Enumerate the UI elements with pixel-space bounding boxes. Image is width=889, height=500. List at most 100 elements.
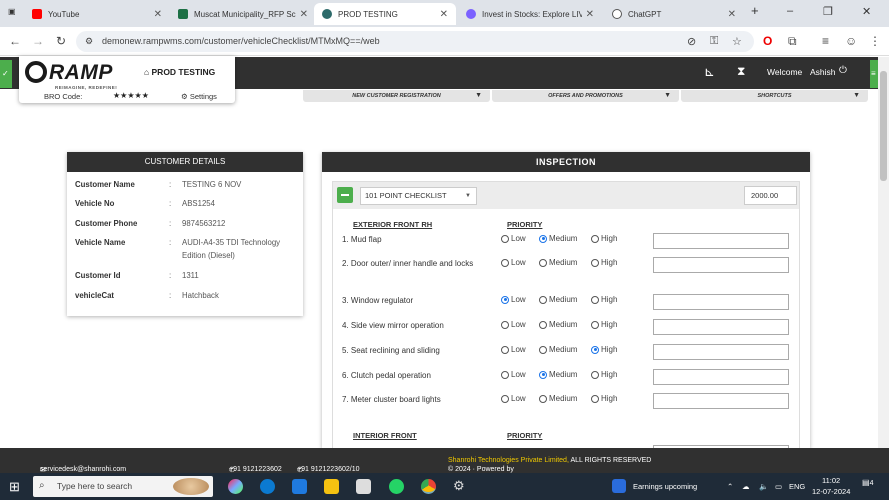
priority-radio-low[interactable]: Low (501, 234, 526, 243)
reload-icon[interactable]: ↻ (56, 34, 66, 48)
radio-circle[interactable] (501, 345, 509, 354)
radio-circle[interactable] (591, 370, 599, 379)
analytics-icon[interactable]: ⊾ (704, 64, 715, 80)
windows-start-icon[interactable]: ⊞ (9, 479, 20, 495)
radio-circle[interactable] (539, 258, 547, 267)
store-icon[interactable] (356, 479, 371, 494)
clock-date[interactable]: 12-07-2024 (812, 487, 850, 496)
radio-circle[interactable] (539, 394, 547, 403)
menu-new-customer-registration[interactable]: NEW CUSTOMER REGISTRATION ▼ (303, 90, 490, 102)
radio-circle[interactable] (501, 258, 509, 267)
settings-app-icon[interactable]: ⚙ (453, 478, 465, 494)
news-text[interactable]: Earnings upcoming (633, 482, 697, 491)
restore-icon[interactable]: ❐ (823, 5, 833, 18)
priority-radio-high[interactable]: High (591, 394, 617, 403)
scrollbar-thumb[interactable] (880, 71, 887, 181)
priority-radio-medium[interactable]: Medium (539, 394, 577, 403)
radio-circle[interactable] (539, 320, 547, 329)
radio-circle[interactable] (539, 370, 547, 379)
opera-icon[interactable]: O (763, 34, 772, 48)
priority-radio-low[interactable]: Low (501, 394, 526, 403)
radio-circle[interactable] (539, 234, 547, 243)
remark-input[interactable] (653, 393, 789, 409)
extensions-icon[interactable]: ⧉ (788, 34, 797, 49)
volume-icon[interactable]: 🔈 (759, 482, 768, 491)
close-icon[interactable]: ✕ (440, 9, 448, 20)
key-icon[interactable]: ⚿ (710, 35, 718, 48)
priority-radio-low[interactable]: Low (501, 295, 526, 304)
user-name[interactable]: Ashish (810, 67, 836, 77)
priority-radio-high[interactable]: High (591, 258, 617, 267)
close-icon[interactable]: ✕ (300, 9, 308, 20)
radio-circle[interactable] (591, 394, 599, 403)
remark-input[interactable] (653, 233, 789, 249)
notification-icon[interactable]: ▤4 (862, 478, 877, 493)
taskbar-search[interactable]: ⌕ Type here to search (33, 476, 213, 497)
checklist-select[interactable]: 101 POINT CHECKLIST ▼ (360, 187, 477, 205)
priority-radio-medium[interactable]: Medium (539, 345, 577, 354)
cloud-icon[interactable]: ☁ (742, 482, 750, 491)
left-collapse-tab[interactable]: ✓ (0, 60, 12, 88)
mail-app-icon[interactable] (292, 479, 307, 494)
chevron-up-icon[interactable]: ⌃ (727, 482, 733, 491)
tab-youtube[interactable]: YouTube ✕ (24, 3, 170, 25)
copilot-icon[interactable] (228, 479, 243, 494)
page-scrollbar[interactable] (878, 57, 889, 448)
priority-radio-medium[interactable]: Medium (539, 370, 577, 379)
priority-radio-low[interactable]: Low (501, 345, 526, 354)
bookmark-star-icon[interactable]: ☆ (732, 35, 742, 48)
battery-icon[interactable]: ▭ (775, 482, 782, 491)
close-icon[interactable]: ✕ (154, 9, 162, 20)
priority-radio-high[interactable]: High (591, 295, 617, 304)
radio-circle[interactable] (501, 295, 509, 304)
site-info-icon[interactable]: ⚙ (85, 36, 93, 47)
remark-input[interactable] (653, 319, 789, 335)
edge-icon[interactable] (260, 479, 275, 494)
tab-search-icon[interactable]: ▣ (8, 7, 16, 16)
radio-circle[interactable] (501, 234, 509, 243)
close-icon[interactable]: ✕ (728, 9, 736, 20)
radio-circle[interactable] (501, 394, 509, 403)
language-indicator[interactable]: ENG (789, 482, 805, 491)
collapse-minus-button[interactable] (337, 187, 353, 203)
tab-chatgpt[interactable]: ChatGPT ✕ (604, 3, 744, 25)
menu-shortcuts[interactable]: SHORTCUTS ▼ (681, 90, 868, 102)
priority-radio-high[interactable]: High (591, 345, 617, 354)
radio-circle[interactable] (501, 370, 509, 379)
radio-circle[interactable] (591, 234, 599, 243)
radio-circle[interactable] (591, 258, 599, 267)
chrome-icon[interactable] (421, 479, 436, 494)
priority-radio-low[interactable]: Low (501, 370, 526, 379)
remark-input[interactable] (653, 369, 789, 385)
news-icon[interactable] (612, 479, 626, 493)
menu-dots-icon[interactable]: ⋮ (869, 34, 881, 48)
tab-prod-testing[interactable]: PROD TESTING ✕ (314, 3, 456, 25)
new-tab-icon[interactable]: + (751, 3, 759, 18)
file-explorer-icon[interactable] (324, 479, 339, 494)
home-link[interactable]: ⌂ PROD TESTING (144, 67, 215, 77)
remark-input[interactable] (653, 294, 789, 310)
radio-circle[interactable] (591, 320, 599, 329)
priority-radio-high[interactable]: High (591, 320, 617, 329)
radio-circle[interactable] (501, 320, 509, 329)
settings-link[interactable]: ⚙ Settings (181, 92, 217, 101)
menu-offers-promotions[interactable]: OFFERS AND PROMOTIONS ▼ (492, 90, 679, 102)
close-window-icon[interactable]: ✕ (862, 5, 871, 18)
power-icon[interactable]: ⏻ (839, 65, 847, 76)
hourglass-icon[interactable]: ⧗ (737, 64, 745, 79)
radio-circle[interactable] (539, 345, 547, 354)
tab-invest[interactable]: Invest in Stocks: Explore LIVE ✕ (458, 3, 602, 25)
priority-radio-low[interactable]: Low (501, 320, 526, 329)
tab-muscat[interactable]: Muscat Municipality_RFP Scr ✕ (170, 3, 316, 25)
remark-input[interactable] (653, 344, 789, 360)
amount-field[interactable]: 2000.00 (744, 186, 797, 205)
radio-circle[interactable] (539, 295, 547, 304)
eye-off-icon[interactable]: ⊘ (687, 35, 696, 48)
priority-radio-medium[interactable]: Medium (539, 320, 577, 329)
priority-radio-medium[interactable]: Medium (539, 258, 577, 267)
reading-list-icon[interactable]: ≡ (822, 34, 829, 48)
minimize-icon[interactable]: – (787, 5, 793, 17)
close-icon[interactable]: ✕ (586, 9, 594, 20)
url-field[interactable]: ⚙ demonew.rampwms.com/customer/vehicleCh… (76, 31, 754, 52)
priority-radio-high[interactable]: High (591, 234, 617, 243)
